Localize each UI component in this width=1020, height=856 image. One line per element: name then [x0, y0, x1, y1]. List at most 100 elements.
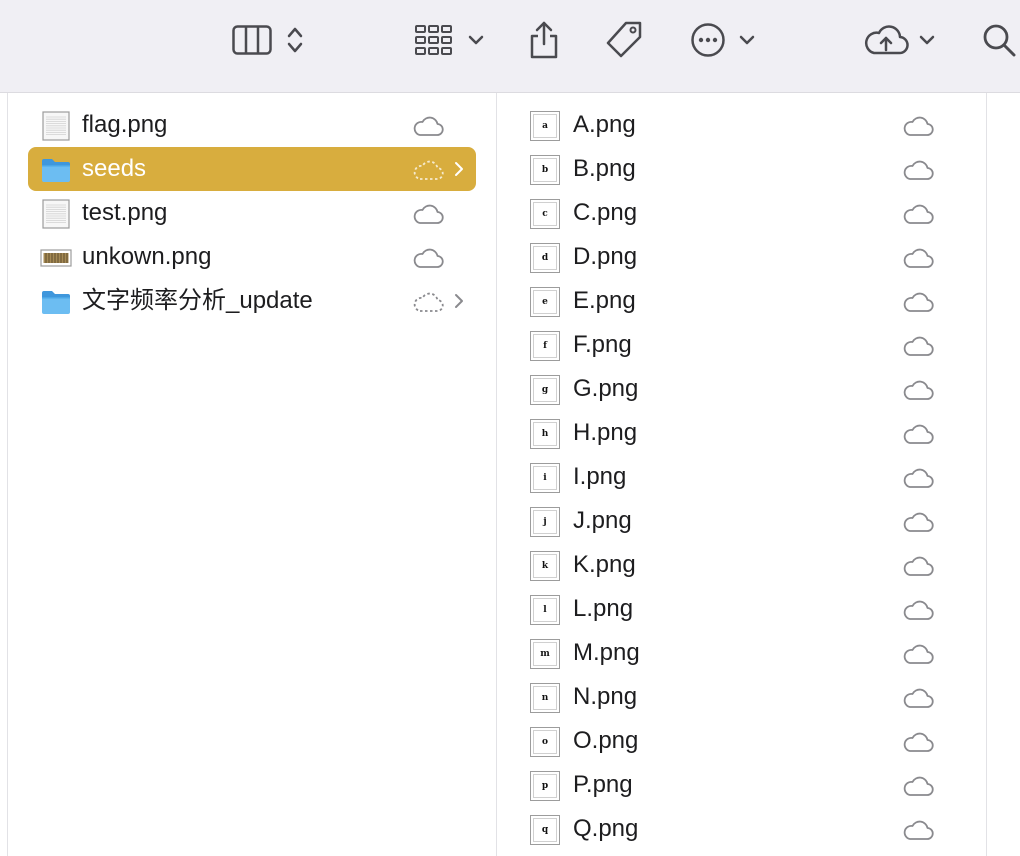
image-thumbnail-icon: q — [530, 815, 560, 845]
file-row[interactable]: c C.png — [518, 191, 958, 235]
file-name: D.png — [573, 243, 638, 270]
chevron-down-icon[interactable] — [918, 0, 936, 80]
icloud-status-icon — [902, 599, 934, 621]
file-row[interactable]: test.png — [28, 191, 476, 235]
file-name: I.png — [573, 463, 627, 490]
icloud-status-icon — [412, 203, 444, 225]
file-row[interactable]: k K.png — [518, 543, 958, 587]
icloud-status-icon — [902, 467, 934, 489]
file-row[interactable]: i I.png — [518, 455, 958, 499]
icloud-status-icon — [902, 159, 934, 181]
icloud-status-icon — [902, 379, 934, 401]
column-divider[interactable] — [496, 93, 497, 856]
file-name: seeds — [82, 155, 147, 182]
icloud-status-icon — [902, 731, 934, 753]
file-row[interactable]: 文字频率分析_update — [28, 279, 476, 323]
file-row[interactable]: l L.png — [518, 587, 958, 631]
icloud-status-icon — [902, 555, 934, 577]
file-row[interactable]: a A.png — [518, 103, 958, 147]
icloud-status-icon — [902, 775, 934, 797]
up-down-chevron-icon[interactable] — [286, 0, 304, 80]
thumbnail-glyph: j — [543, 516, 547, 527]
file-row[interactable]: seeds — [28, 147, 476, 191]
file-name: P.png — [573, 771, 633, 798]
file-name: N.png — [573, 683, 638, 710]
chevron-right-icon — [452, 159, 466, 179]
image-file-icon — [40, 198, 72, 230]
column-seeds-folder: a A.png b B.png c C.png d D.png e E.png f F.png g G.p… — [518, 103, 958, 851]
thumbnail-glyph: p — [541, 780, 549, 791]
image-thumbnail-icon: g — [530, 375, 560, 405]
thumbnail-glyph: b — [541, 164, 549, 175]
file-row[interactable]: b B.png — [518, 147, 958, 191]
file-row[interactable]: n N.png — [518, 675, 958, 719]
icloud-status-icon — [412, 159, 444, 181]
more-icon[interactable] — [690, 0, 726, 80]
file-row[interactable]: d D.png — [518, 235, 958, 279]
file-row[interactable]: unkown.png — [28, 235, 476, 279]
thumbnail-glyph: q — [541, 824, 549, 835]
image-thumbnail-icon: c — [530, 199, 560, 229]
icloud-status-icon — [412, 291, 444, 313]
file-row[interactable]: m M.png — [518, 631, 958, 675]
file-row[interactable]: q Q.png — [518, 807, 958, 851]
share-icon[interactable] — [528, 0, 560, 80]
file-row[interactable]: e E.png — [518, 279, 958, 323]
image-thumbnail-icon: k — [530, 551, 560, 581]
icloud-status-icon — [902, 643, 934, 665]
icloud-status-icon — [902, 335, 934, 357]
chevron-down-icon[interactable] — [738, 0, 756, 80]
image-thumbnail-icon: d — [530, 243, 560, 273]
file-row[interactable]: h H.png — [518, 411, 958, 455]
icloud-status-icon — [902, 687, 934, 709]
thumbnail-glyph: i — [543, 472, 547, 483]
thumbnail-glyph: h — [541, 428, 549, 439]
icloud-status-icon — [902, 291, 934, 313]
file-name: 文字频率分析_update — [82, 287, 313, 314]
file-name: F.png — [573, 331, 632, 358]
column-divider[interactable] — [7, 93, 8, 856]
grid-view-icon[interactable] — [414, 0, 454, 80]
tag-icon[interactable] — [604, 0, 644, 80]
file-name: J.png — [573, 507, 632, 534]
column-divider[interactable] — [986, 93, 987, 856]
file-name: test.png — [82, 199, 168, 226]
thumbnail-glyph: m — [540, 648, 550, 659]
icloud-status-icon — [902, 819, 934, 841]
file-name: L.png — [573, 595, 634, 622]
finder-toolbar — [0, 0, 1020, 93]
image-thumbnail-icon: h — [530, 419, 560, 449]
image-thumbnail-icon: l — [530, 595, 560, 625]
icloud-status-icon — [412, 247, 444, 269]
icloud-status-icon — [902, 115, 934, 137]
file-name: flag.png — [82, 111, 168, 138]
file-row[interactable]: g G.png — [518, 367, 958, 411]
file-row[interactable]: p P.png — [518, 763, 958, 807]
image-thumbnail-icon: o — [530, 727, 560, 757]
image-thumbnail-icon: e — [530, 287, 560, 317]
column-parent-folder: flag.png seeds test.png unkown.png 文字频率分析_up… — [28, 103, 476, 323]
file-name: C.png — [573, 199, 638, 226]
file-row[interactable]: j J.png — [518, 499, 958, 543]
image-thumbnail-icon: f — [530, 331, 560, 361]
search-icon[interactable] — [982, 0, 1016, 80]
thumbnail-glyph: n — [541, 692, 549, 703]
image-file-icon — [40, 242, 72, 274]
icloud-status-icon — [412, 115, 444, 137]
image-thumbnail-icon: i — [530, 463, 560, 493]
file-name: M.png — [573, 639, 640, 666]
chevron-down-icon[interactable] — [467, 0, 485, 80]
image-file-icon — [40, 110, 72, 142]
icloud-upload-icon[interactable] — [862, 0, 910, 80]
file-row[interactable]: f F.png — [518, 323, 958, 367]
icloud-status-icon — [902, 247, 934, 269]
column-view-icon[interactable] — [232, 0, 272, 80]
file-row[interactable]: o O.png — [518, 719, 958, 763]
thumbnail-glyph: k — [541, 560, 549, 571]
icloud-status-icon — [902, 511, 934, 533]
thumbnail-glyph: d — [541, 252, 549, 263]
image-thumbnail-icon: a — [530, 111, 560, 141]
file-row[interactable]: flag.png — [28, 103, 476, 147]
file-name: O.png — [573, 727, 639, 754]
thumbnail-glyph: o — [541, 736, 548, 747]
